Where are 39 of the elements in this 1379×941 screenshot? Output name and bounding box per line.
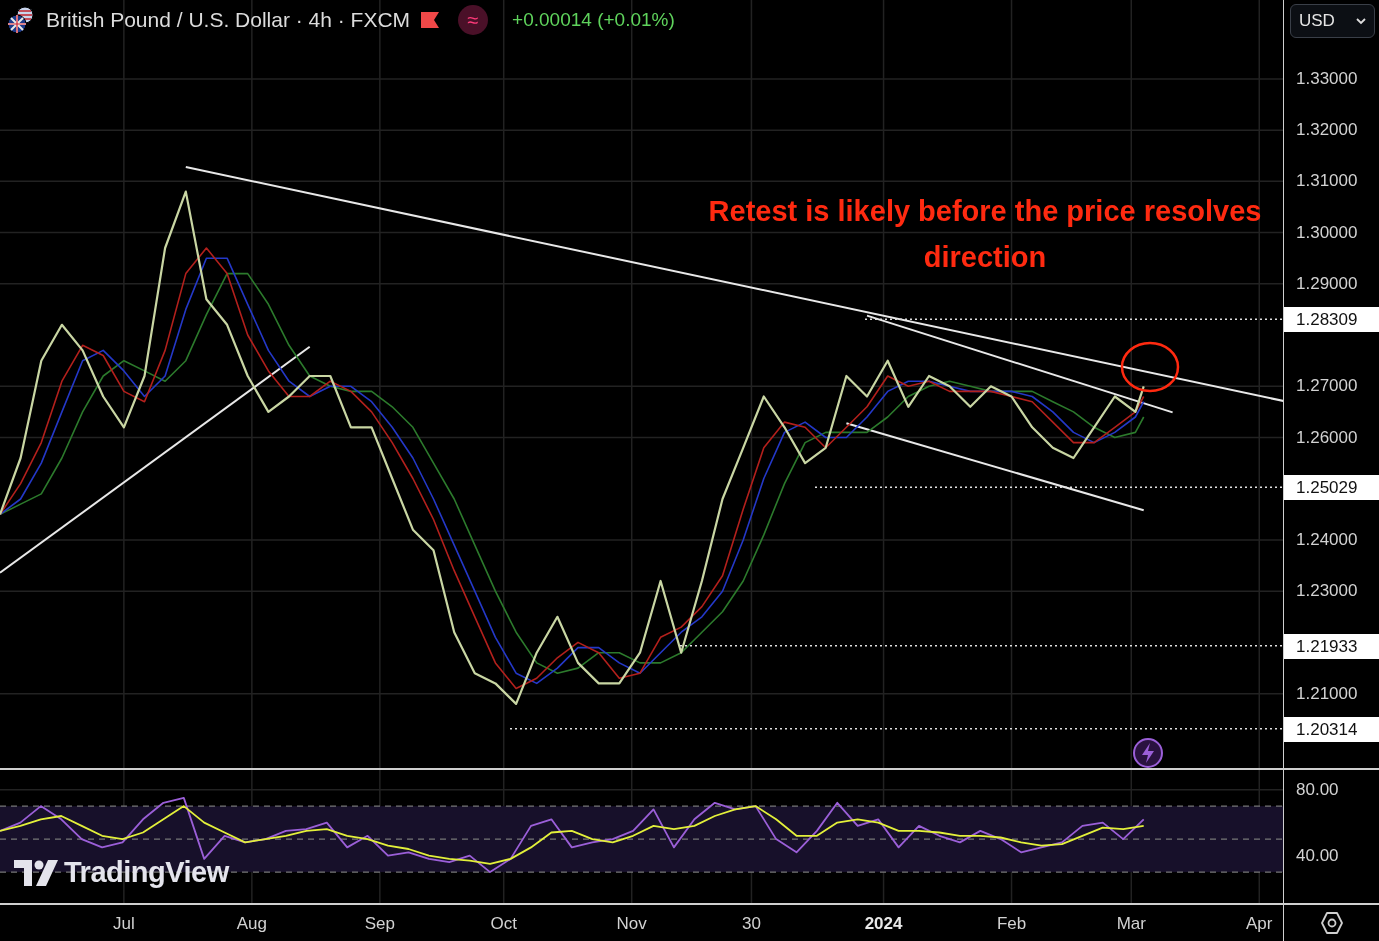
caret-icon — [1356, 17, 1366, 25]
time-label: Jul — [113, 914, 135, 934]
time-label: Apr — [1246, 914, 1273, 934]
annotation-text: Retest is likely before the price resolves direction — [707, 194, 1263, 275]
time-label: Sep — [364, 914, 395, 934]
price-label: 1.30000 — [1296, 222, 1358, 243]
logo-text: TradingView — [64, 856, 229, 889]
time-label: 30 — [741, 914, 761, 934]
time-label: Oct — [490, 914, 517, 934]
rsi-label: 80.00 — [1296, 779, 1339, 800]
price-label: 1.23000 — [1296, 581, 1358, 602]
price-label: 1.32000 — [1296, 120, 1358, 141]
time-label: 2024 — [864, 914, 903, 934]
logo-icon — [14, 859, 58, 886]
price-label: 1.29000 — [1296, 273, 1358, 294]
indicator-badge[interactable]: ≈ — [458, 5, 489, 35]
rsi-label: 40.00 — [1296, 845, 1339, 866]
price-label: 1.27000 — [1296, 376, 1358, 397]
time-label: Feb — [996, 914, 1027, 934]
currency-flags-icon — [6, 5, 36, 35]
lightning-icon[interactable] — [1132, 737, 1164, 768]
highlight-circle — [1120, 341, 1180, 393]
price-label: 1.33000 — [1296, 68, 1358, 89]
price-label: 1.21000 — [1296, 683, 1358, 704]
currency-dropdown[interactable]: USD — [1290, 4, 1375, 38]
level-price-label: 1.20314 — [1284, 716, 1379, 742]
level-price-label: 1.25029 — [1284, 475, 1379, 501]
price-label: 1.24000 — [1296, 529, 1358, 550]
price-change: +0.00014 (+0.01%) — [512, 9, 675, 31]
time-label: Aug — [236, 914, 267, 934]
price-label: 1.26000 — [1296, 427, 1358, 448]
settings-icon[interactable] — [1319, 911, 1344, 935]
chart-title: British Pound / U.S. Dollar · 4h · FXCM — [46, 8, 411, 32]
time-label: Mar — [1116, 914, 1146, 934]
level-price-label: 1.21933 — [1284, 633, 1379, 659]
price-label: 1.31000 — [1296, 171, 1358, 192]
level-price-label: 1.28309 — [1284, 307, 1379, 333]
flag-icon[interactable] — [420, 11, 441, 29]
time-label: Nov — [616, 914, 647, 934]
